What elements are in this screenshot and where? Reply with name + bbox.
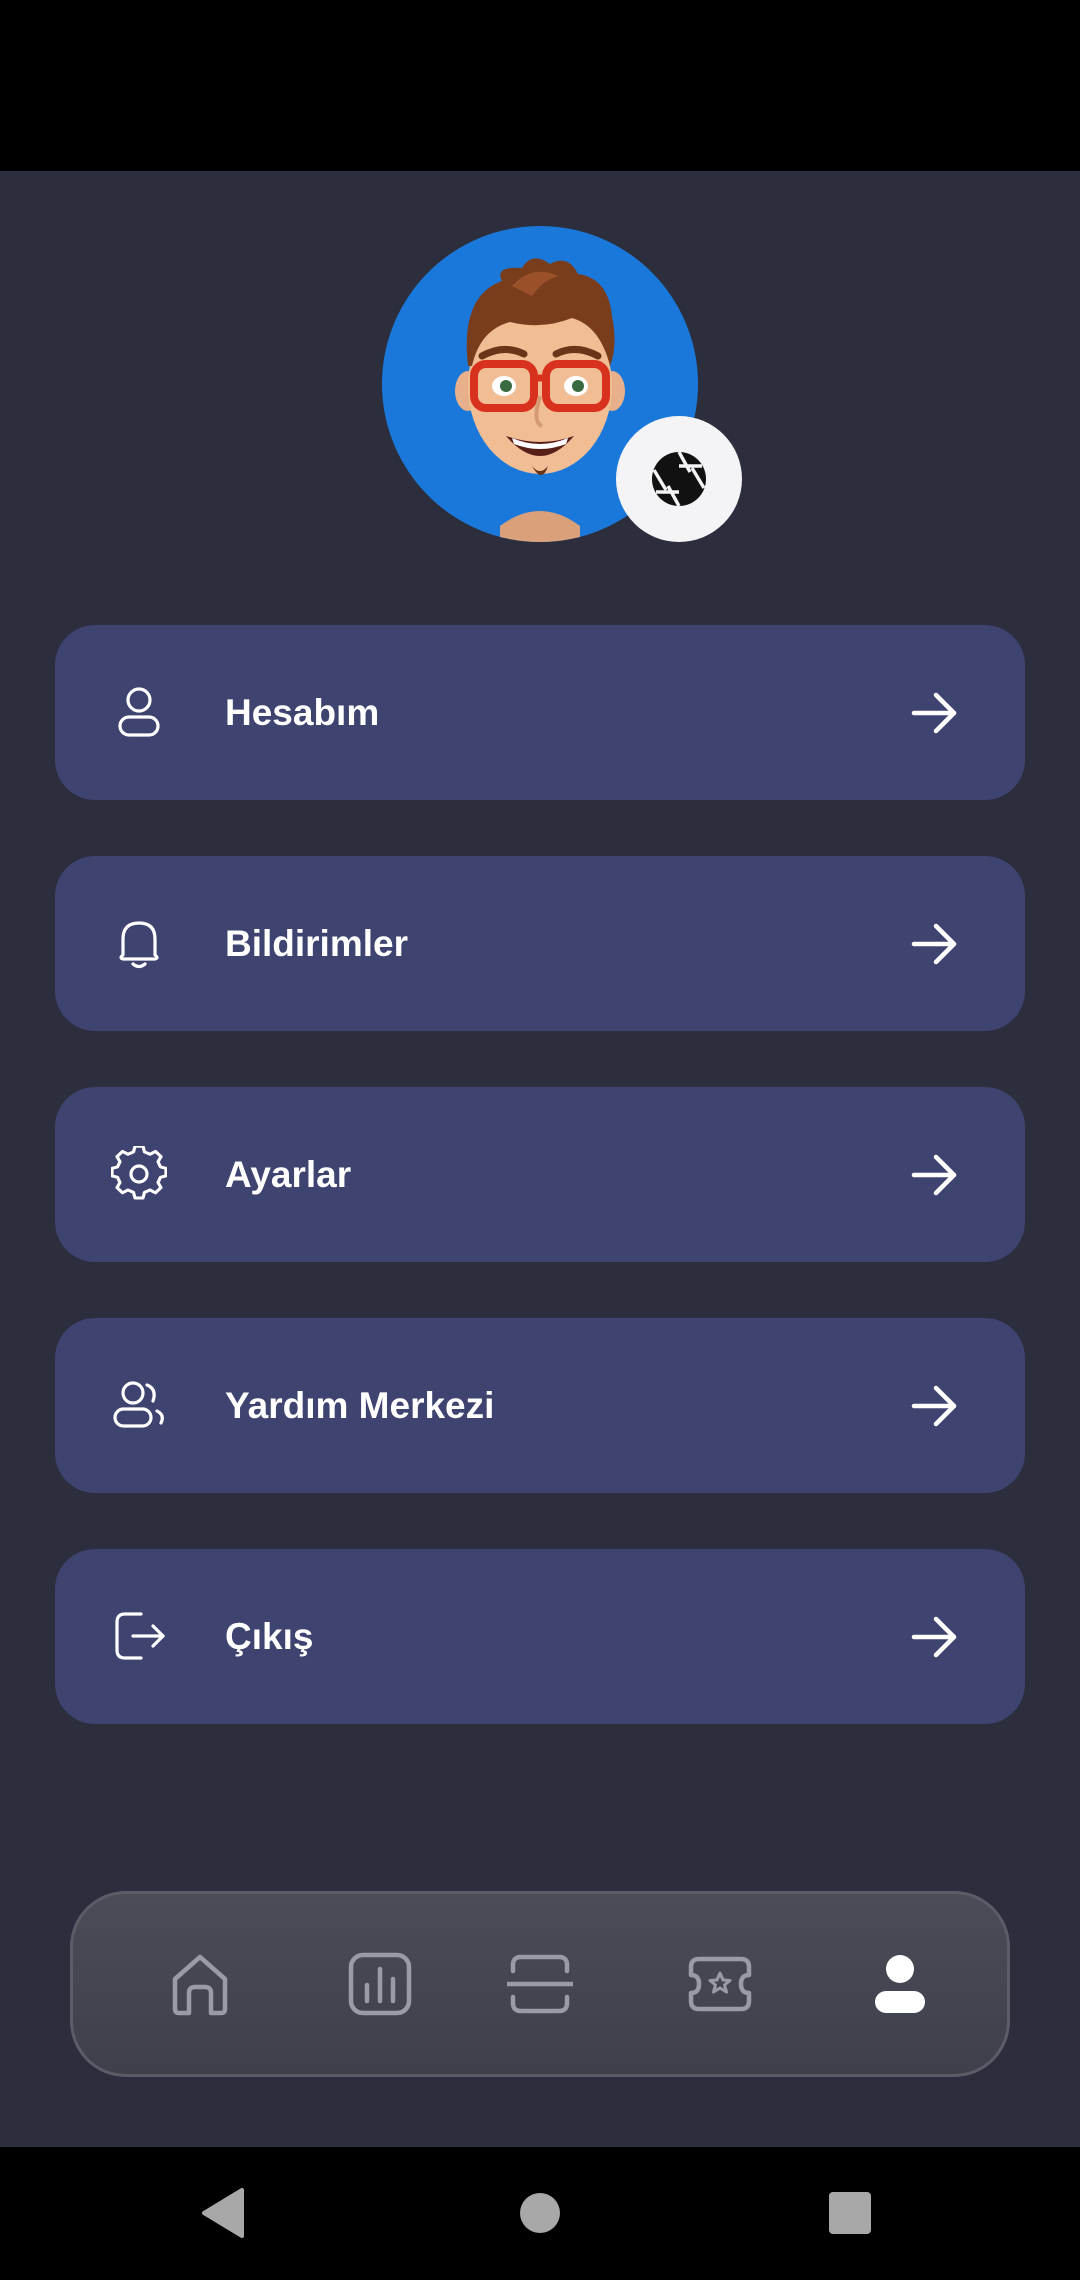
home-circle-icon xyxy=(520,2193,560,2233)
nav-tickets[interactable] xyxy=(675,1939,765,2029)
arrow-right-icon xyxy=(911,1616,957,1658)
menu-item-label: Yardım Merkezi xyxy=(225,1385,495,1426)
arrow-right-icon xyxy=(911,692,957,734)
menu-item-label: Hesabım xyxy=(225,692,380,733)
chart-icon xyxy=(348,1952,412,2016)
arrow-right-icon xyxy=(911,923,957,965)
bell-icon xyxy=(119,921,159,969)
nav-profile[interactable] xyxy=(855,1939,945,2029)
back-triangle-icon xyxy=(202,2188,244,2238)
recents-square-icon xyxy=(829,2192,871,2234)
system-back-button[interactable] xyxy=(193,2181,257,2245)
menu-item-help-center[interactable]: Yardım Merkezi xyxy=(55,1318,1025,1493)
menu-item-logout[interactable]: Çıkış xyxy=(55,1549,1025,1724)
home-icon xyxy=(172,1954,228,2016)
menu-item-label: Bildirimler xyxy=(225,923,408,964)
user-icon xyxy=(118,687,160,737)
nav-home[interactable] xyxy=(155,1939,245,2029)
gear-icon xyxy=(111,1146,167,1200)
scan-icon xyxy=(507,1954,573,2014)
system-navigation-bar xyxy=(0,2147,1080,2280)
profile-icon xyxy=(875,1955,925,2013)
camera-aperture-icon xyxy=(652,451,706,507)
ticket-star-icon xyxy=(688,1956,752,2012)
users-icon xyxy=(113,1381,164,1428)
change-photo-button[interactable] xyxy=(616,416,742,542)
status-bar xyxy=(0,0,1080,171)
menu-item-notifications[interactable]: Bildirimler xyxy=(55,856,1025,1031)
avatar-container xyxy=(382,226,742,542)
nav-statistics[interactable] xyxy=(335,1939,425,2029)
arrow-right-icon xyxy=(911,1385,957,1427)
bottom-navigation xyxy=(70,1891,1010,2077)
system-recents-button[interactable] xyxy=(818,2181,882,2245)
profile-screen: Hesabım Bildirimler Ayarlar Yardım Merke… xyxy=(0,171,1080,2147)
logout-icon xyxy=(115,1612,165,1660)
arrow-right-icon xyxy=(911,1154,957,1196)
nav-scan[interactable] xyxy=(495,1939,585,2029)
menu-item-label: Ayarlar xyxy=(225,1154,352,1195)
system-home-button[interactable] xyxy=(508,2181,572,2245)
menu-item-label: Çıkış xyxy=(225,1616,314,1657)
menu-item-settings[interactable]: Ayarlar xyxy=(55,1087,1025,1262)
settings-menu: Hesabım Bildirimler Ayarlar Yardım Merke… xyxy=(55,625,1025,1780)
menu-item-account[interactable]: Hesabım xyxy=(55,625,1025,800)
